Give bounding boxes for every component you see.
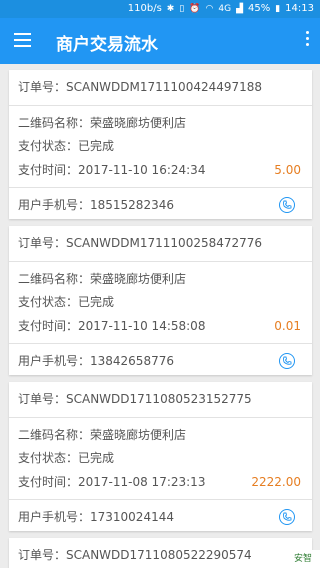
- transaction-amount: 2222.00: [251, 475, 301, 489]
- divider: [9, 261, 312, 262]
- divider: [9, 105, 312, 106]
- watermark-logo: 安智: [286, 550, 320, 568]
- transaction-card[interactable]: 订单号：SCANWDD1711080523152775 二维码名称：荣盛晓廊坊便…: [9, 382, 312, 531]
- divider: [9, 187, 312, 188]
- payment-time: 支付时间：2017-11-10 16:24:34: [18, 163, 206, 177]
- divider: [9, 343, 312, 344]
- order-number: 订单号：SCANWDDM1711100424497188: [18, 80, 263, 94]
- order-number: 订单号：SCANWDD1711080523152775: [18, 392, 252, 406]
- transaction-list[interactable]: 订单号：SCANWDDM1711100424497188 二维码名称：荣盛晓廊坊…: [0, 64, 320, 568]
- app-bar: 商户交易流水: [0, 18, 320, 64]
- bluetooth-icon: ✱: [166, 3, 175, 14]
- battery-level: 45%: [247, 3, 271, 14]
- transaction-card[interactable]: 订单号：SCANWDDM1711100258472776 二维码名称：荣盛晓廊坊…: [9, 226, 312, 375]
- alarm-icon: ⏰: [189, 3, 201, 14]
- wifi-icon: ◠: [205, 3, 214, 14]
- transaction-card[interactable]: 订单号：SCANWDD1711080522290574: [9, 538, 312, 568]
- payment-time: 支付时间：2017-11-10 14:58:08: [18, 319, 206, 333]
- order-number: 订单号：SCANWDDM1711100258472776: [18, 236, 263, 250]
- user-phone: 用户手机号：17310024144: [18, 510, 174, 524]
- menu-icon[interactable]: [14, 33, 31, 47]
- call-phone-icon[interactable]: [279, 509, 295, 525]
- more-options-icon[interactable]: [304, 31, 310, 51]
- signal-icon: ▟: [236, 3, 243, 14]
- network-type: 4G: [218, 3, 232, 14]
- transaction-card[interactable]: 订单号：SCANWDDM1711100424497188 二维码名称：荣盛晓廊坊…: [9, 70, 312, 219]
- call-phone-icon[interactable]: [279, 197, 295, 213]
- divider: [9, 499, 312, 500]
- battery-icon: ▮: [275, 3, 281, 14]
- divider: [9, 417, 312, 418]
- status-bar: 110b/s ✱ ▯ ⏰ ◠ 4G ▟ 45% ▮ 14:13: [0, 0, 320, 18]
- user-phone: 用户手机号：13842658776: [18, 354, 174, 368]
- transaction-amount: 0.01: [274, 319, 301, 333]
- vibrate-icon: ▯: [179, 3, 185, 14]
- network-speed: 110b/s: [127, 3, 162, 14]
- page-title: 商户交易流水: [56, 35, 158, 55]
- transaction-amount: 5.00: [274, 163, 301, 177]
- user-phone: 用户手机号：18515282346: [18, 198, 174, 212]
- call-phone-icon[interactable]: [279, 353, 295, 369]
- clock: 14:13: [285, 3, 314, 14]
- status-icons: 110b/s ✱ ▯ ⏰ ◠ 4G ▟ 45% ▮ 14:13: [128, 3, 314, 14]
- order-number: 订单号：SCANWDD1711080522290574: [18, 548, 252, 562]
